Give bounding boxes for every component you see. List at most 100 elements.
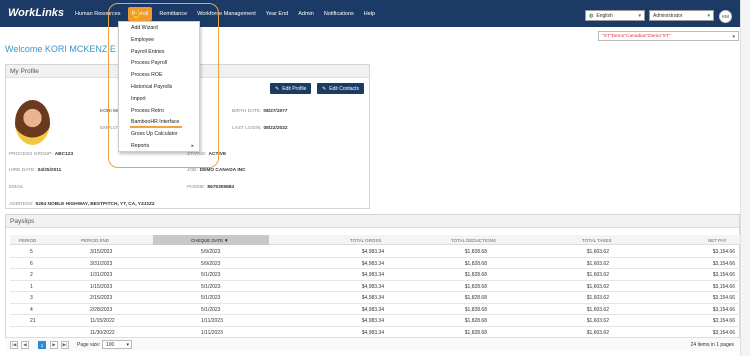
role-value: Administrator bbox=[653, 12, 683, 19]
cell-total-gross: $4,983.34 bbox=[361, 306, 384, 313]
last-page-button[interactable]: ▶| bbox=[61, 341, 69, 349]
email-field: EMAIL bbox=[9, 185, 23, 190]
cell-cheque-date: 1/11/2023 bbox=[201, 329, 223, 336]
pencil-icon: ✎ bbox=[275, 85, 280, 92]
pager-summary: 24 items in 1 pages bbox=[690, 342, 734, 348]
cell-total-deductions: $1,828.68 bbox=[464, 329, 487, 336]
table-row[interactable]: 21 11/15/2022 1/11/2023 $4,983.34 $1,828.68 $… bbox=[10, 315, 740, 327]
company-value: "ST"Demo"Canadian"Demo"ST" bbox=[602, 33, 671, 39]
profile-photo bbox=[15, 100, 50, 145]
cell-cheque-date: 1/11/2023 bbox=[201, 318, 223, 324]
job-value: DEMO CANADA INC bbox=[199, 168, 246, 173]
page-size-value: 100 bbox=[106, 342, 115, 348]
job-field: JOB: DEMO CANADA INC bbox=[187, 168, 246, 173]
birth-date-value: 08/27/1977 bbox=[263, 109, 288, 114]
language-value: English bbox=[596, 12, 613, 19]
edit-contacts-button[interactable]: ✎ Edit Contacts bbox=[317, 83, 364, 94]
col-total-deductions[interactable]: TOTAL DEDUCTIONS bbox=[451, 238, 496, 243]
table-row[interactable]: 4 2/28/2023 5/1/2023 $4,983.34 $1,828.68 $1,6… bbox=[10, 304, 740, 315]
cell-cheque-date: 5/1/2023 bbox=[201, 272, 221, 278]
welcome-heading: Welcome KORI MCKENZIE bbox=[5, 44, 116, 54]
cell-cheque-date: 5/9/2023 bbox=[201, 249, 221, 255]
prev-page-button[interactable]: ◀ bbox=[21, 341, 29, 349]
nav-help[interactable]: Help bbox=[359, 0, 380, 27]
globe-icon: ◍ bbox=[589, 12, 594, 19]
address-value: 5264 NOBLE HIGHWAY, BESTPITCH, YT, CA, Y… bbox=[35, 202, 155, 207]
cell-total-deductions: $1,828.68 bbox=[464, 306, 487, 313]
page-1-button[interactable]: 1 bbox=[38, 341, 46, 349]
process-group-field: PROCESS GROUP: ABC123 bbox=[9, 152, 73, 157]
cell-period-end: 2/28/2023 bbox=[90, 306, 113, 313]
cell-total-gross: $4,983.34 bbox=[361, 283, 384, 290]
cell-total-deductions: $1,828.68 bbox=[464, 249, 487, 255]
nav-year-end[interactable]: Year End bbox=[261, 0, 293, 27]
last-login-value: 08/22/2022 bbox=[263, 126, 288, 131]
phone-field: PHONE: 8675309884 bbox=[187, 185, 234, 190]
edit-profile-button[interactable]: ✎ Edit Profile bbox=[270, 83, 312, 94]
nav-notifications[interactable]: Notifications bbox=[319, 0, 359, 27]
sort-desc-icon: ▼ bbox=[224, 238, 229, 243]
hire-date-value: 04/25/2011 bbox=[37, 168, 62, 173]
worklinks-logo[interactable]: WorkLinks bbox=[8, 7, 64, 19]
cell-period-end: 3/15/2023 bbox=[90, 249, 113, 255]
page-size-select[interactable]: 100 ▾ bbox=[102, 340, 132, 349]
table-row[interactable]: 2 1/31/2023 5/1/2023 $4,983.34 $1,828.68 $1,6… bbox=[10, 269, 740, 281]
cell-cheque-date: 5/1/2023 bbox=[201, 295, 221, 301]
table-row[interactable]: 5 3/15/2023 5/9/2023 $4,983.34 $1,828.68 $1,6… bbox=[10, 246, 740, 258]
cell-total-gross: $4,983.34 bbox=[361, 249, 384, 255]
cell-total-taxes: $1,603.62 bbox=[586, 318, 609, 324]
table-row[interactable]: 3 2/15/2023 5/1/2023 $4,983.34 $1,828.68 $1,6… bbox=[10, 292, 740, 304]
chevron-down-icon: ▾ bbox=[707, 13, 710, 19]
col-total-gross[interactable]: TOTAL GROSS bbox=[350, 238, 381, 243]
job-label: JOB: bbox=[187, 168, 198, 173]
cell-total-gross: $4,983.34 bbox=[361, 295, 384, 301]
birth-date-field: BIRTH DATE: 08/27/1977 bbox=[232, 109, 287, 114]
cell-total-gross: $4,983.34 bbox=[361, 329, 384, 336]
address-field: ADDRESS: 5264 NOBLE HIGHWAY, BESTPITCH, Y… bbox=[9, 202, 155, 207]
company-select[interactable]: "ST"Demo"Canadian"Demo"ST" ▾ bbox=[598, 31, 739, 41]
next-page-button[interactable]: ▶ bbox=[50, 341, 58, 349]
table-row[interactable]: 6 3/31/2023 5/9/2023 $4,983.34 $1,828.68 $1,6… bbox=[10, 258, 740, 269]
hire-date-label: HIRE DATE: bbox=[9, 168, 36, 173]
cell-total-deductions: $1,828.68 bbox=[464, 272, 487, 278]
process-group-label: PROCESS GROUP: bbox=[9, 152, 53, 157]
hire-date-field: HIRE DATE: 04/25/2011 bbox=[9, 168, 61, 173]
cell-total-gross: $4,983.34 bbox=[361, 260, 384, 267]
page-scrollbar[interactable] bbox=[740, 0, 750, 356]
user-avatar[interactable]: KM bbox=[719, 10, 732, 23]
cell-cheque-date: 5/1/2023 bbox=[201, 306, 221, 313]
col-cheque-date[interactable]: CHEQUE DATE bbox=[191, 238, 223, 243]
table-row[interactable]: 1 1/15/2023 5/1/2023 $4,983.34 $1,828.68 $1,6… bbox=[10, 281, 740, 292]
chevron-down-icon: ▾ bbox=[732, 34, 735, 40]
col-period-end[interactable]: PERIOD END bbox=[81, 238, 109, 243]
first-page-button[interactable]: |◀ bbox=[10, 341, 18, 349]
role-select[interactable]: Administrator ▾ bbox=[649, 10, 714, 21]
cell-cheque-date: 5/1/2023 bbox=[201, 283, 221, 290]
cell-total-taxes: $1,603.62 bbox=[586, 329, 609, 336]
cell-total-taxes: $1,603.62 bbox=[586, 249, 609, 255]
col-net-pay[interactable]: NET PAY bbox=[708, 238, 727, 243]
phone-value: 8675309884 bbox=[207, 185, 235, 190]
cell-net-pay: $3,154.66 bbox=[712, 329, 735, 336]
cell-total-deductions: $1,828.68 bbox=[464, 260, 487, 267]
col-total-taxes[interactable]: TOTAL TAXES bbox=[582, 238, 612, 243]
cell-net-pay: $3,154.66 bbox=[712, 318, 735, 324]
email-label: EMAIL bbox=[9, 185, 24, 190]
cell-period: 4 bbox=[30, 306, 33, 313]
panel-title: Payslips bbox=[6, 215, 739, 228]
cell-net-pay: $3,154.66 bbox=[712, 283, 735, 290]
phone-label: PHONE: bbox=[187, 185, 206, 190]
cell-total-taxes: $1,603.62 bbox=[586, 283, 609, 290]
cell-period-end: 3/31/2023 bbox=[90, 260, 113, 267]
language-select[interactable]: ◍ English ▾ bbox=[585, 10, 645, 21]
cell-total-taxes: $1,603.62 bbox=[586, 272, 609, 278]
cell-total-taxes: $1,603.62 bbox=[586, 306, 609, 313]
cell-period-end: 1/15/2023 bbox=[90, 283, 113, 290]
cell-total-taxes: $1,603.62 bbox=[586, 295, 609, 301]
cell-cheque-date: 5/9/2023 bbox=[201, 260, 221, 267]
cell-period: 21 bbox=[30, 318, 36, 324]
col-period[interactable]: PERIOD bbox=[19, 238, 36, 243]
nav-admin[interactable]: Admin bbox=[293, 0, 319, 27]
cell-net-pay: $3,154.66 bbox=[712, 249, 735, 255]
cell-total-deductions: $1,828.68 bbox=[464, 318, 487, 324]
